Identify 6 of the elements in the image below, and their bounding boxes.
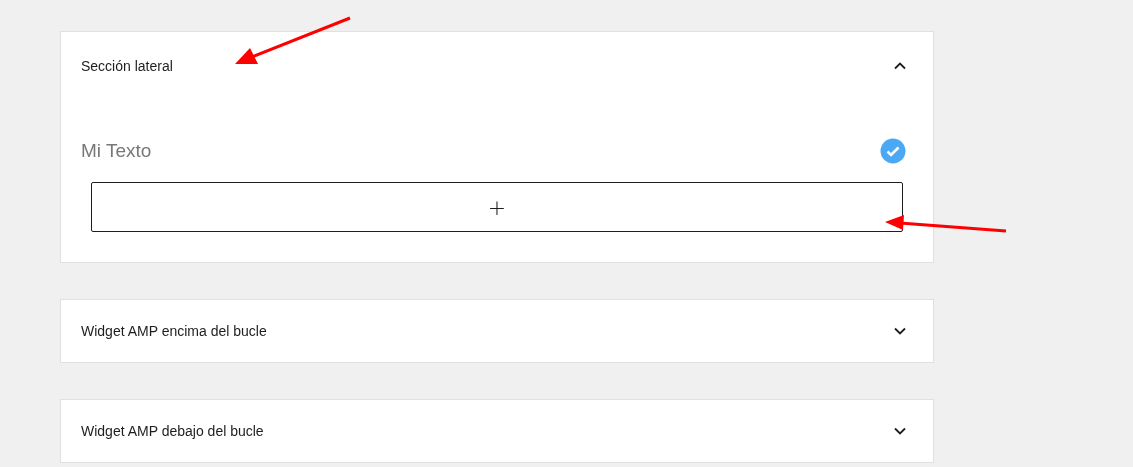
panel-title[interactable]: Widget AMP encima del bucle <box>81 323 267 339</box>
widget-title: Mi Texto <box>81 140 152 162</box>
check-circle-icon <box>880 138 906 164</box>
add-block-button[interactable]: + <box>91 182 903 232</box>
panel-title[interactable]: Widget AMP debajo del bucle <box>81 423 264 439</box>
panel-title[interactable]: Sección lateral <box>81 58 173 74</box>
